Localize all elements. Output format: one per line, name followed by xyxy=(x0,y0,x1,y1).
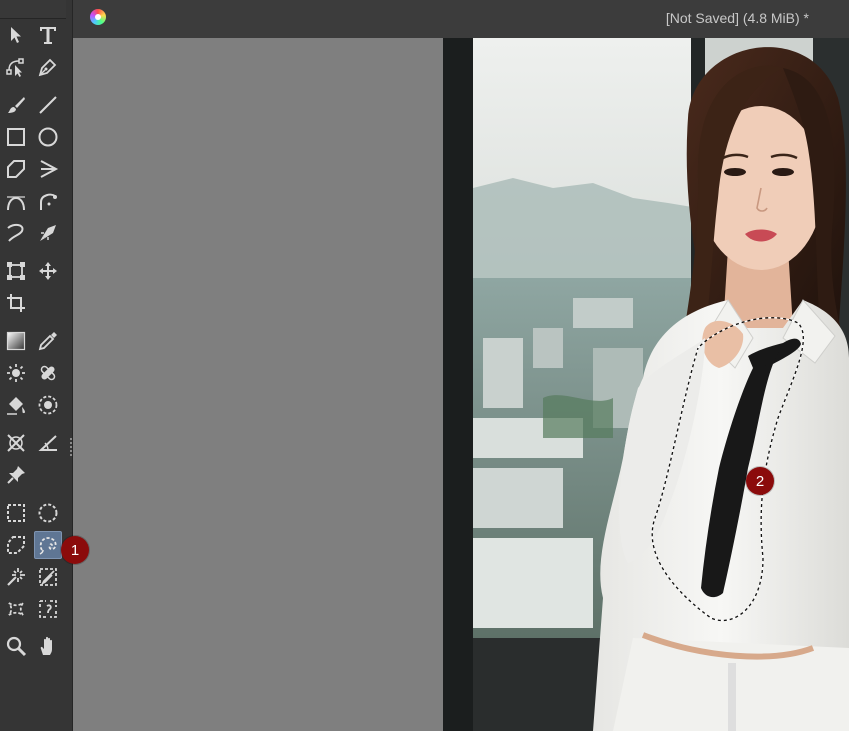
similar-select-tool[interactable] xyxy=(35,564,61,590)
canvas-area[interactable] xyxy=(73,38,443,731)
angle-icon xyxy=(38,435,57,451)
measure-cross-icon xyxy=(7,434,25,452)
pen-nib-icon xyxy=(38,58,57,77)
title-bar: [Not Saved] (4.8 MiB) * xyxy=(73,0,849,39)
sparkle-patch-icon xyxy=(7,364,25,382)
magnetic-select-icon xyxy=(39,600,57,618)
gradient-tool[interactable] xyxy=(3,328,29,354)
polygon-select-icon xyxy=(7,536,25,554)
magnetic-select-tool[interactable] xyxy=(35,596,61,622)
dynamic-brush-tool[interactable] xyxy=(35,220,61,246)
enclose-fill-icon xyxy=(38,395,58,415)
gradient-icon xyxy=(6,331,26,351)
reference-pin-tool[interactable] xyxy=(3,462,29,488)
calligraphy-tool[interactable] xyxy=(3,220,29,246)
paint-bucket-icon xyxy=(7,397,25,415)
magic-wand-icon xyxy=(7,568,25,586)
transform-tool[interactable] xyxy=(3,258,29,284)
similar-select-icon xyxy=(39,568,57,586)
freehand-curve-icon xyxy=(40,193,57,210)
pin-icon xyxy=(7,466,25,484)
pen-tool[interactable] xyxy=(35,54,61,80)
crop-icon xyxy=(7,294,25,312)
polygon-icon xyxy=(7,160,25,178)
bezier-select-icon xyxy=(8,602,24,616)
ellipse-tool[interactable] xyxy=(35,124,61,150)
toolbox-header xyxy=(0,0,66,19)
assistant-tool[interactable] xyxy=(35,360,61,386)
measure-angle-tool[interactable] xyxy=(35,430,61,456)
polygon-tool[interactable] xyxy=(3,156,29,182)
measure-tool[interactable] xyxy=(3,430,29,456)
path-edit-icon xyxy=(6,58,24,77)
rectangle-tool[interactable] xyxy=(3,124,29,150)
polygon-select-tool[interactable] xyxy=(3,532,29,558)
freehand-bezier-tool[interactable] xyxy=(35,188,61,214)
document-status: [Not Saved] (4.8 MiB) * xyxy=(665,10,809,26)
pan-tool[interactable] xyxy=(35,633,61,659)
color-picker-tool[interactable] xyxy=(35,328,61,354)
bezier-select-tool[interactable] xyxy=(3,596,29,622)
path-tool[interactable] xyxy=(3,54,29,80)
line-tool[interactable] xyxy=(35,92,61,118)
crop-tool[interactable] xyxy=(3,290,29,316)
text-tool[interactable] xyxy=(35,22,61,48)
ellipse-select-tool[interactable] xyxy=(35,500,61,526)
move-tool[interactable] xyxy=(35,258,61,284)
rect-select-icon xyxy=(7,504,25,522)
freehand-select-icon xyxy=(39,537,57,555)
rocket-brush-icon xyxy=(40,225,56,241)
brush-icon xyxy=(8,97,25,113)
bezier-tool[interactable] xyxy=(3,188,29,214)
toolbox xyxy=(0,0,73,731)
hand-icon xyxy=(40,636,52,655)
text-icon xyxy=(40,27,56,44)
eyedropper-icon xyxy=(38,332,57,351)
bezier-curve-icon xyxy=(7,196,25,211)
move-arrows-icon xyxy=(39,262,57,280)
toolbox-grip[interactable] xyxy=(70,438,72,456)
bandage-icon xyxy=(40,365,56,381)
rect-select-tool[interactable] xyxy=(3,500,29,526)
polyline-icon xyxy=(40,160,59,178)
pointer-icon xyxy=(11,27,21,43)
canvas-image[interactable] xyxy=(443,38,849,731)
fill-tool[interactable] xyxy=(3,392,29,418)
annotation-marker-1: 1 xyxy=(61,536,89,564)
rectangle-icon xyxy=(7,128,25,146)
brush-tool[interactable] xyxy=(3,92,29,118)
portrait-photo xyxy=(443,38,849,731)
ellipse-icon xyxy=(38,127,58,147)
smart-patch-tool[interactable] xyxy=(3,360,29,386)
free-select-tool[interactable] xyxy=(34,531,62,559)
enclose-fill-tool[interactable] xyxy=(35,392,61,418)
magic-wand-tool[interactable] xyxy=(3,564,29,590)
magnifier-icon xyxy=(6,636,27,657)
annotation-marker-2: 2 xyxy=(746,467,774,495)
calligraphy-icon xyxy=(7,223,24,242)
zoom-tool[interactable] xyxy=(3,633,29,659)
polyline-tool[interactable] xyxy=(35,156,61,182)
line-icon xyxy=(39,96,57,114)
transform-icon xyxy=(7,262,25,280)
ellipse-select-icon xyxy=(38,503,58,523)
color-wheel-icon[interactable] xyxy=(90,9,106,25)
pointer-tool[interactable] xyxy=(3,22,29,48)
